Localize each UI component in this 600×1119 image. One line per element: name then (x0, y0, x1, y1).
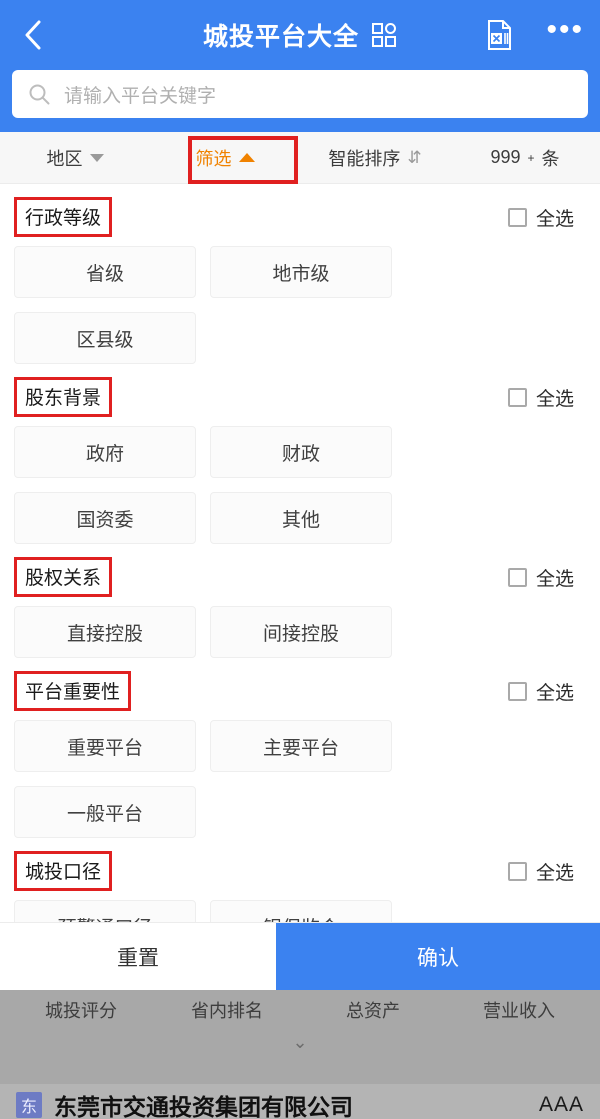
option-list: 省级 地市级 区县级 (14, 246, 586, 364)
filter-tab-region-label: 地区 (46, 148, 83, 169)
select-all-control[interactable]: 全选 (507, 678, 586, 705)
annotation-box-section-title: 平台重要性 (14, 671, 132, 711)
caret-up-icon (238, 153, 255, 162)
select-all-label: 全选 (535, 388, 574, 410)
filter-section-platform-importance: 平台重要性 全选 重要平台 主要平台 一般平台 (14, 658, 586, 838)
column-header[interactable]: 城投评分 (8, 997, 154, 1023)
grid-qr-icon[interactable] (371, 22, 397, 48)
filter-panel: 行政等级 全选 省级 地市级 区县级 股东背景 全选 政府 财政 国资委 其他 … (0, 184, 600, 952)
filter-tab-region[interactable]: 地区 (0, 145, 150, 171)
section-header: 平台重要性 全选 (14, 671, 586, 711)
search-placeholder: 请输入平台关键字 (64, 85, 217, 107)
option-chip[interactable]: 国资委 (14, 492, 196, 544)
filter-tab-bar: 地区 筛选 智能排序 ⇵ 999 + 条 (0, 132, 600, 184)
app-screen: 城投平台大全 ••• 请输入平台关键字 地区 筛选 智能排序 ⇵ 999 + 条… (0, 0, 600, 1119)
select-all-checkbox[interactable] (507, 387, 527, 407)
expand-columns-row[interactable]: ⌄ (0, 1030, 600, 1054)
chevron-down-icon (89, 153, 104, 162)
app-header: 城投平台大全 ••• (0, 0, 600, 70)
section-title: 城投口径 (25, 862, 102, 883)
filter-section-shareholder-background: 股东背景 全选 政府 财政 国资委 其他 (14, 364, 586, 544)
option-chip[interactable]: 主要平台 (210, 720, 392, 772)
section-title: 行政等级 (25, 208, 102, 229)
panel-action-bar: 重置 确认 (0, 922, 600, 990)
credit-rating: AAA (538, 1093, 584, 1116)
section-title: 平台重要性 (25, 682, 121, 703)
option-chip[interactable]: 地市级 (210, 246, 392, 298)
select-all-checkbox[interactable] (507, 567, 527, 587)
option-chip[interactable]: 财政 (210, 426, 392, 478)
list-item[interactable]: 东 东莞市交通投资集团有限公司 AAA (0, 1084, 600, 1119)
section-header: 行政等级 全选 (14, 197, 586, 237)
select-all-label: 全选 (535, 568, 574, 590)
select-all-control[interactable]: 全选 (507, 858, 586, 885)
annotation-box-section-title: 股权关系 (14, 557, 113, 597)
column-header[interactable]: 营业收入 (446, 997, 592, 1023)
column-header-row: 城投评分 省内排名 总资产 营业收入 (0, 990, 600, 1030)
reset-button[interactable]: 重置 (0, 923, 276, 990)
result-count-sup: + (527, 150, 535, 165)
section-header: 城投口径 全选 (14, 851, 586, 891)
option-list: 政府 财政 国资委 其他 (14, 426, 586, 544)
section-title: 股权关系 (25, 568, 102, 589)
chevron-down-icon: ⌄ (292, 1031, 308, 1052)
option-chip[interactable]: 间接控股 (210, 606, 392, 658)
section-title: 股东背景 (25, 388, 102, 409)
option-chip[interactable]: 重要平台 (14, 720, 196, 772)
option-chip[interactable]: 一般平台 (14, 786, 196, 838)
select-all-control[interactable]: 全选 (507, 384, 586, 411)
filter-section-administrative-level: 行政等级 全选 省级 地市级 区县级 (14, 184, 586, 364)
column-header[interactable]: 省内排名 (154, 997, 300, 1023)
select-all-control[interactable]: 全选 (507, 204, 586, 231)
option-chip[interactable]: 区县级 (14, 312, 196, 364)
sort-updown-icon: ⇵ (407, 147, 422, 167)
select-all-checkbox[interactable] (507, 207, 527, 227)
option-chip[interactable]: 政府 (14, 426, 196, 478)
company-badge: 东 (16, 1092, 42, 1118)
more-dots-icon[interactable]: ••• (546, 15, 584, 45)
filter-tab-sort[interactable]: 智能排序 ⇵ (300, 145, 450, 171)
company-name: 东莞市交通投资集团有限公司 (54, 1094, 353, 1119)
annotation-box-section-title: 行政等级 (14, 197, 113, 237)
dimmed-background-list: 城投评分 省内排名 总资产 营业收入 ⌄ 东 东莞市交通投资集团有限公司 AAA (0, 990, 600, 1119)
column-header[interactable]: 总资产 (300, 997, 446, 1023)
option-chip[interactable]: 其他 (210, 492, 392, 544)
option-chip[interactable]: 省级 (14, 246, 196, 298)
section-header: 股权关系 全选 (14, 557, 586, 597)
option-list: 直接控股 间接控股 (14, 606, 586, 658)
header-actions: ••• (486, 0, 584, 70)
section-header: 股东背景 全选 (14, 377, 586, 417)
search-input[interactable]: 请输入平台关键字 (12, 70, 588, 118)
select-all-checkbox[interactable] (507, 681, 527, 701)
filter-tab-filter-label: 筛选 (195, 148, 232, 169)
select-all-label: 全选 (535, 862, 574, 884)
confirm-button[interactable]: 确认 (276, 923, 600, 990)
filter-tab-filter[interactable]: 筛选 (150, 145, 300, 171)
filter-tab-sort-label: 智能排序 (328, 148, 401, 169)
select-all-label: 全选 (535, 208, 574, 230)
search-icon (28, 83, 50, 105)
annotation-box-section-title: 股东背景 (14, 377, 113, 417)
option-chip[interactable]: 直接控股 (14, 606, 196, 658)
result-count-unit: 条 (541, 148, 560, 169)
option-list: 重要平台 主要平台 一般平台 (14, 720, 586, 838)
page-title: 城投平台大全 (202, 23, 359, 51)
filter-section-equity-relation: 股权关系 全选 直接控股 间接控股 (14, 544, 586, 658)
result-count: 999 + 条 (450, 145, 600, 171)
excel-export-icon[interactable] (486, 20, 512, 50)
result-count-value: 999 (490, 147, 521, 167)
search-bar-wrap: 请输入平台关键字 (0, 70, 600, 132)
back-icon[interactable] (18, 20, 48, 50)
select-all-label: 全选 (535, 682, 574, 704)
select-all-checkbox[interactable] (507, 861, 527, 881)
select-all-control[interactable]: 全选 (507, 564, 586, 591)
annotation-box-section-title: 城投口径 (14, 851, 113, 891)
